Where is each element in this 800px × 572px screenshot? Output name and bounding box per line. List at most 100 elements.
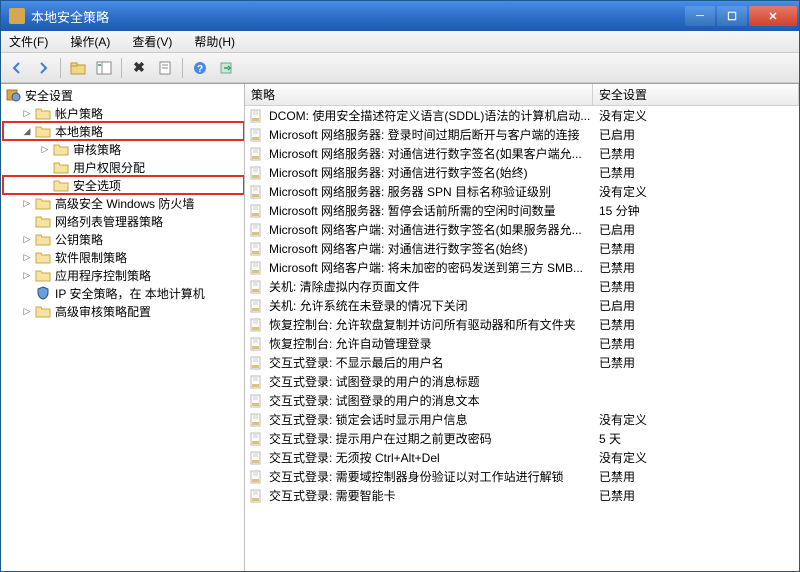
policy-row[interactable]: Microsoft 网络客户端: 对通信进行数字签名(如果服务器允...已启用: [245, 220, 799, 239]
tree-toggle-icon[interactable]: ▷: [21, 269, 33, 281]
tree-toggle-icon[interactable]: ◢: [21, 125, 33, 137]
up-button[interactable]: [66, 57, 90, 79]
policy-row[interactable]: 交互式登录: 试图登录的用户的消息文本: [245, 391, 799, 410]
tree-item-label: 审核策略: [73, 141, 121, 158]
policy-setting: 已禁用: [593, 240, 799, 257]
tree-toggle-icon[interactable]: ▷: [21, 197, 33, 209]
menu-file[interactable]: 文件(F): [5, 31, 52, 52]
tree-toggle-icon[interactable]: ▷: [21, 233, 33, 245]
tree-toggle-icon[interactable]: ▷: [39, 143, 51, 155]
titlebar: 本地安全策略 ─ ☐ ✕: [1, 1, 799, 31]
menu-help[interactable]: 帮助(H): [190, 31, 239, 52]
policy-row[interactable]: 关机: 允许系统在未登录的情况下关闭已启用: [245, 296, 799, 315]
policy-name: Microsoft 网络客户端: 对通信进行数字签名(始终): [269, 240, 528, 257]
policy-item-icon: [249, 109, 265, 123]
policy-name: Microsoft 网络服务器: 登录时间过期后断开与客户端的连接: [269, 126, 580, 143]
col-setting[interactable]: 安全设置: [593, 84, 799, 105]
policy-row[interactable]: Microsoft 网络客户端: 对通信进行数字签名(始终) 已禁用: [245, 239, 799, 258]
policy-row[interactable]: 恢复控制台: 允许自动管理登录已禁用: [245, 334, 799, 353]
policy-row[interactable]: 交互式登录: 不显示最后的用户名已禁用: [245, 353, 799, 372]
app-window: 本地安全策略 ─ ☐ ✕ 文件(F) 操作(A) 查看(V) 帮助(H) ✖: [0, 0, 800, 572]
policy-row[interactable]: DCOM: 使用安全描述符定义语言(SDDL)语法的计算机启动...没有定义: [245, 106, 799, 125]
policy-row[interactable]: 交互式登录: 提示用户在过期之前更改密码5 天: [245, 429, 799, 448]
policy-item-icon: [249, 242, 265, 256]
maximize-button[interactable]: ☐: [717, 6, 747, 26]
app-icon: [9, 8, 25, 24]
forward-button[interactable]: [31, 57, 55, 79]
export-button[interactable]: [214, 57, 238, 79]
policy-row[interactable]: Microsoft 网络服务器: 对通信进行数字签名(如果客户端允...已禁用: [245, 144, 799, 163]
tree-item[interactable]: ▷ 帐户策略: [3, 104, 244, 122]
tree-root[interactable]: 安全设置: [3, 86, 244, 104]
policy-item-icon: [249, 261, 265, 275]
policy-item-icon: [249, 470, 265, 484]
policy-item-icon: [249, 128, 265, 142]
menu-action[interactable]: 操作(A): [66, 31, 114, 52]
policy-row[interactable]: Microsoft 网络客户端: 将未加密的密码发送到第三方 SMB...已禁用: [245, 258, 799, 277]
policy-name: Microsoft 网络客户端: 将未加密的密码发送到第三方 SMB...: [269, 259, 583, 276]
minimize-button[interactable]: ─: [685, 6, 715, 26]
policy-item-icon: [249, 147, 265, 161]
tree-item-label: 公钥策略: [55, 231, 103, 248]
policy-name: 交互式登录: 无须按 Ctrl+Alt+Del: [269, 449, 440, 466]
tree-item-label: 软件限制策略: [55, 249, 127, 266]
tree-toggle-icon[interactable]: ▷: [21, 305, 33, 317]
tree-item[interactable]: ▷ 软件限制策略: [3, 248, 244, 266]
tree-item[interactable]: ◢ 本地策略: [3, 122, 244, 140]
tree-item-label: 高级审核策略配置: [55, 303, 151, 320]
policy-item-icon: [249, 299, 265, 313]
policy-name: 交互式登录: 试图登录的用户的消息文本: [269, 392, 480, 409]
col-policy[interactable]: 策略: [245, 84, 593, 105]
policy-item-icon: [249, 204, 265, 218]
policy-setting: 已禁用: [593, 354, 799, 371]
toolbar: ✖ ?: [1, 53, 799, 83]
tree-item-label: 本地策略: [55, 123, 103, 140]
svg-text:?: ?: [197, 64, 203, 75]
policy-row[interactable]: 交互式登录: 试图登录的用户的消息标题: [245, 372, 799, 391]
policy-row[interactable]: Microsoft 网络服务器: 暂停会话前所需的空闲时间数量15 分钟: [245, 201, 799, 220]
policy-row[interactable]: Microsoft 网络服务器: 对通信进行数字签名(始终)已禁用: [245, 163, 799, 182]
tree-sidebar[interactable]: 安全设置 ▷ 帐户策略 ◢ 本地策略 ▷ 审核策略用户权限分配安全选项 ▷ 高级安全 Wind…: [1, 84, 245, 571]
list-body[interactable]: DCOM: 使用安全描述符定义语言(SDDL)语法的计算机启动...没有定义Mi…: [245, 106, 799, 571]
tree-item[interactable]: ▷ 公钥策略: [3, 230, 244, 248]
show-hide-tree-button[interactable]: [92, 57, 116, 79]
policy-setting: 已启用: [593, 221, 799, 238]
folder-icon: [35, 232, 51, 246]
delete-button[interactable]: ✖: [127, 57, 151, 79]
close-button[interactable]: ✕: [749, 6, 797, 26]
tree-item[interactable]: ▷ 审核策略: [3, 140, 244, 158]
folder-icon: [35, 250, 51, 264]
policy-row[interactable]: Microsoft 网络服务器: 登录时间过期后断开与客户端的连接已启用: [245, 125, 799, 144]
tree-item-label: 高级安全 Windows 防火墙: [55, 195, 194, 212]
policy-item-icon: [249, 394, 265, 408]
tree-item[interactable]: ▷ 高级审核策略配置: [3, 302, 244, 320]
tree-item[interactable]: IP 安全策略，在 本地计算机: [3, 284, 244, 302]
content-area: 安全设置 ▷ 帐户策略 ◢ 本地策略 ▷ 审核策略用户权限分配安全选项 ▷ 高级安全 Wind…: [1, 83, 799, 571]
tree-toggle-icon[interactable]: ▷: [21, 251, 33, 263]
policy-row[interactable]: 关机: 清除虚拟内存页面文件已禁用: [245, 277, 799, 296]
tree-item-label: IP 安全策略，在 本地计算机: [55, 285, 205, 302]
policy-setting: 已禁用: [593, 487, 799, 504]
tree-item-label: 帐户策略: [55, 105, 103, 122]
policy-list: 策略 安全设置 DCOM: 使用安全描述符定义语言(SDDL)语法的计算机启动.…: [245, 84, 799, 571]
policy-setting: 已禁用: [593, 145, 799, 162]
help-button[interactable]: ?: [188, 57, 212, 79]
policy-row[interactable]: 交互式登录: 无须按 Ctrl+Alt+Del没有定义: [245, 448, 799, 467]
tree-item[interactable]: 安全选项: [3, 176, 244, 194]
tree-item[interactable]: 用户权限分配: [3, 158, 244, 176]
policy-row[interactable]: 交互式登录: 需要域控制器身份验证以对工作站进行解锁已禁用: [245, 467, 799, 486]
tree-item[interactable]: ▷ 高级安全 Windows 防火墙: [3, 194, 244, 212]
policy-name: 关机: 允许系统在未登录的情况下关闭: [269, 297, 468, 314]
policy-row[interactable]: 恢复控制台: 允许软盘复制并访问所有驱动器和所有文件夹已禁用: [245, 315, 799, 334]
policy-row[interactable]: 交互式登录: 需要智能卡已禁用: [245, 486, 799, 505]
policy-setting: 已禁用: [593, 278, 799, 295]
back-button[interactable]: [5, 57, 29, 79]
folder-icon: [53, 142, 69, 156]
policy-row[interactable]: Microsoft 网络服务器: 服务器 SPN 目标名称验证级别没有定义: [245, 182, 799, 201]
tree-toggle-icon[interactable]: ▷: [21, 107, 33, 119]
tree-item[interactable]: ▷应用程序控制策略: [3, 266, 244, 284]
tree-item[interactable]: 网络列表管理器策略: [3, 212, 244, 230]
menu-view[interactable]: 查看(V): [128, 31, 176, 52]
properties-button[interactable]: [153, 57, 177, 79]
policy-row[interactable]: 交互式登录: 锁定会话时显示用户信息没有定义: [245, 410, 799, 429]
